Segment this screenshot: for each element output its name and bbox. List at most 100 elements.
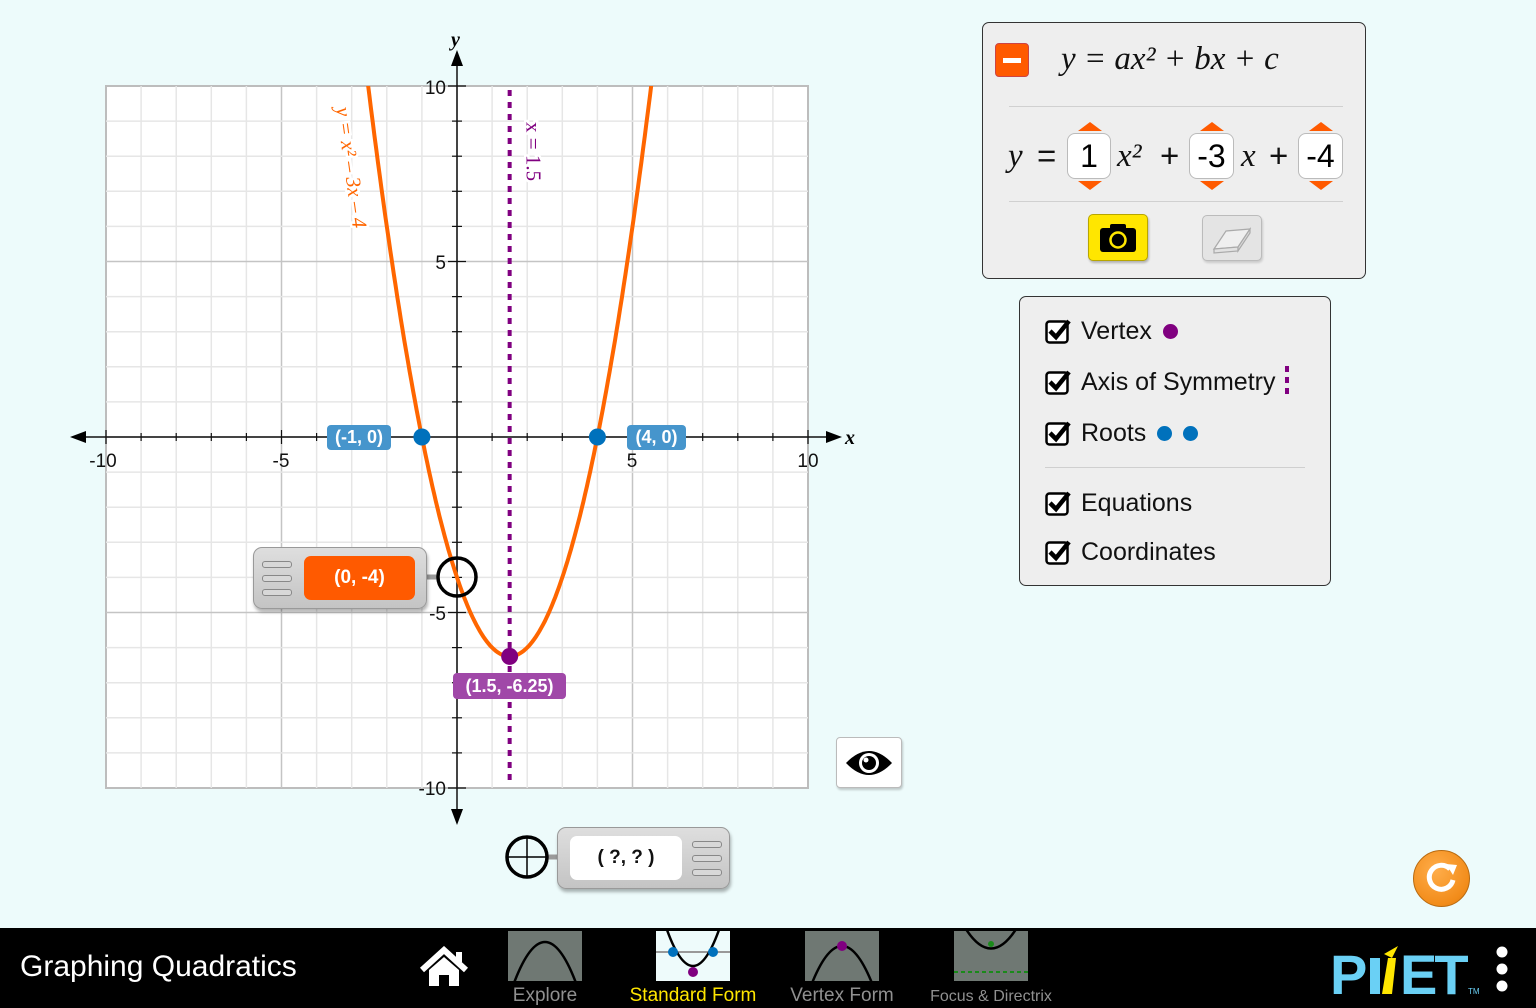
roots-legend-dots-icon bbox=[1157, 419, 1199, 448]
coefficient-b-spinner[interactable]: -3 bbox=[1189, 122, 1234, 190]
checkbox-checked-icon[interactable] bbox=[1045, 539, 1071, 565]
save-curve-button[interactable] bbox=[1088, 214, 1148, 261]
y-axis-bottom-arrow bbox=[451, 809, 463, 825]
y-tick-label: -5 bbox=[429, 604, 446, 625]
drag-handle-grip[interactable] bbox=[262, 589, 292, 596]
navigation-bar: Graphing Quadratics Explore Standard For… bbox=[0, 928, 1536, 1008]
screen-tab-label: Standard Form bbox=[629, 985, 757, 1006]
phet-logo-icon: P ET TM bbox=[1330, 943, 1480, 1006]
checkbox-checked-icon[interactable] bbox=[1045, 490, 1071, 516]
drag-handle-grip[interactable] bbox=[692, 841, 722, 848]
screen-tab-vertex-form[interactable]: Vertex Form bbox=[783, 928, 901, 1007]
screen-tab-standard-form[interactable]: Standard Form bbox=[622, 928, 764, 1007]
decrement-c-arrow[interactable] bbox=[1309, 181, 1333, 190]
home-icon bbox=[419, 945, 469, 986]
coordinates-checkbox-label: Coordinates bbox=[1081, 537, 1216, 566]
screen-tab-explore[interactable]: Explore bbox=[500, 928, 590, 1007]
increment-c-arrow[interactable] bbox=[1309, 122, 1333, 131]
point-tool-2[interactable]: ( ?, ? ) bbox=[557, 827, 730, 889]
point-tool-crosshair[interactable] bbox=[505, 835, 558, 879]
vertex-legend-dot-icon bbox=[1162, 323, 1178, 339]
root-coordinate-label: (-1, 0) bbox=[327, 425, 391, 450]
root-point bbox=[588, 428, 606, 446]
equations-checkbox-label: Equations bbox=[1081, 488, 1193, 517]
checkbox-checked-icon[interactable] bbox=[1045, 420, 1071, 446]
decrement-a-arrow[interactable] bbox=[1078, 181, 1102, 190]
y-tick-label: -10 bbox=[419, 779, 446, 800]
screen-tab-label: Explore bbox=[512, 985, 578, 1006]
checkbox-checked-icon[interactable] bbox=[1045, 369, 1071, 395]
options-menu-button[interactable] bbox=[1494, 946, 1510, 992]
drag-handle-grip[interactable] bbox=[692, 855, 722, 862]
root-point bbox=[413, 428, 431, 446]
eq-plus: + bbox=[1269, 137, 1289, 174]
drag-handle-grip[interactable] bbox=[262, 575, 292, 582]
vertex-checkbox[interactable]: Vertex bbox=[1045, 314, 1178, 348]
camera-icon bbox=[1100, 224, 1136, 252]
x-tick-label: 10 bbox=[797, 451, 818, 472]
point-tool-1[interactable]: (0, -4) bbox=[253, 547, 427, 609]
phet-logo: P ET TM bbox=[1330, 943, 1480, 1006]
vertex-form-screen-icon bbox=[805, 931, 879, 981]
svg-text:P: P bbox=[1330, 944, 1366, 996]
y-tick-label: 5 bbox=[435, 253, 446, 274]
x-tick-label: 5 bbox=[627, 451, 638, 472]
checkbox-checked-icon[interactable] bbox=[1045, 318, 1071, 344]
drag-handle-grip[interactable] bbox=[262, 561, 292, 568]
standard-form-screen-icon bbox=[656, 931, 730, 981]
y-axis-top-arrow bbox=[451, 50, 463, 66]
axis-of-symmetry-legend-icon bbox=[1285, 366, 1290, 398]
roots-checkbox[interactable]: Roots bbox=[1045, 416, 1199, 450]
equations-checkbox[interactable]: Equations bbox=[1045, 486, 1192, 520]
divider bbox=[1045, 467, 1305, 468]
explore-screen-icon bbox=[508, 931, 582, 981]
vertex-coordinate-label: (1.5, -6.25) bbox=[453, 673, 566, 699]
equation-accordion-panel: y = ax² + bx + c y = 1 x² + -3 x + -4 bbox=[982, 22, 1366, 279]
svg-text:TM: TM bbox=[1468, 987, 1480, 996]
axis-of-symmetry-checkbox-label: Axis of Symmetry bbox=[1081, 367, 1276, 396]
screen-tab-focus-directrix[interactable]: Focus & Directrix bbox=[922, 928, 1060, 1006]
general-form-equation: y = ax² + bx + c bbox=[1061, 41, 1279, 77]
y-tick-label: 10 bbox=[425, 78, 446, 99]
screen-tab-label: Focus & Directrix bbox=[930, 988, 1052, 1005]
svg-text:ET: ET bbox=[1400, 944, 1468, 996]
eq-plus: + bbox=[1160, 137, 1180, 174]
x-axis-label: x bbox=[844, 427, 855, 449]
point-tool-coordinates: ( ?, ? ) bbox=[570, 836, 682, 880]
home-button[interactable] bbox=[418, 945, 470, 990]
eye-icon bbox=[846, 751, 892, 775]
divider bbox=[1009, 106, 1343, 107]
sim-title: Graphing Quadratics bbox=[20, 950, 297, 983]
screen-tab-label: Vertex Form bbox=[790, 985, 894, 1006]
focus-directrix-screen-icon bbox=[954, 931, 1028, 981]
eq-y: y bbox=[1008, 138, 1023, 174]
erase-curves-button[interactable] bbox=[1202, 215, 1262, 261]
coefficient-a-value[interactable]: 1 bbox=[1080, 138, 1098, 174]
axis-of-symmetry-checkbox[interactable]: Axis of Symmetry bbox=[1045, 365, 1290, 399]
y-axis-label: y bbox=[449, 29, 460, 51]
coefficient-c-spinner[interactable]: -4 bbox=[1298, 122, 1343, 190]
collapse-panel-button[interactable] bbox=[995, 43, 1029, 77]
vertex-checkbox-label: Vertex bbox=[1081, 316, 1152, 345]
show-hide-curves-button[interactable] bbox=[836, 737, 902, 788]
increment-b-arrow[interactable] bbox=[1200, 122, 1224, 131]
x-axis-right-arrow bbox=[826, 431, 842, 443]
reset-all-button[interactable] bbox=[1413, 850, 1470, 907]
x-tick-label: -5 bbox=[273, 451, 290, 472]
reset-icon bbox=[1426, 862, 1457, 892]
coefficient-c-value[interactable]: -4 bbox=[1306, 138, 1334, 174]
drag-handle-grip[interactable] bbox=[692, 869, 722, 876]
coefficient-b-value[interactable]: -3 bbox=[1197, 138, 1225, 174]
roots-checkbox-label: Roots bbox=[1081, 418, 1147, 447]
eraser-icon bbox=[1212, 227, 1252, 254]
graph-contents-panel: Vertex Axis of Symmetry Roots Equations … bbox=[1019, 296, 1331, 586]
coordinates-checkbox[interactable]: Coordinates bbox=[1045, 535, 1216, 569]
standard-form-equation-row: y = 1 x² + -3 x + -4 bbox=[1005, 122, 1355, 190]
eq-x-squared: x² bbox=[1117, 138, 1142, 174]
increment-a-arrow[interactable] bbox=[1078, 122, 1102, 131]
decrement-b-arrow[interactable] bbox=[1200, 181, 1224, 190]
coefficient-a-spinner[interactable]: 1 bbox=[1067, 122, 1111, 190]
eq-x: x bbox=[1241, 138, 1256, 174]
vertex-point bbox=[501, 647, 519, 665]
kebab-menu-icon bbox=[1496, 946, 1508, 992]
